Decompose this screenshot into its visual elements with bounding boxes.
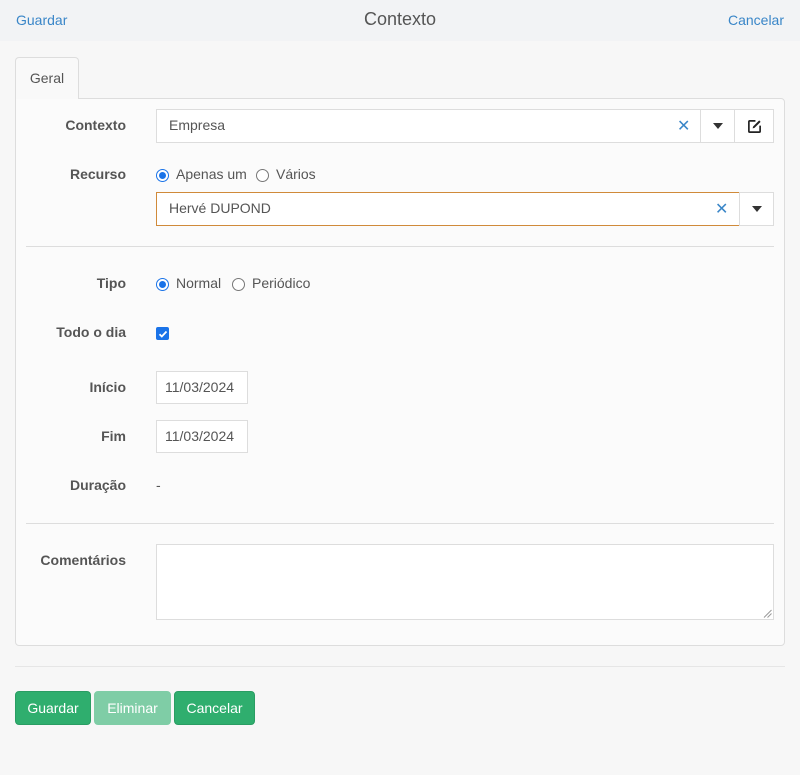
tipo-radio-periodico[interactable]: [232, 278, 245, 291]
tipo-label: Tipo: [96, 275, 126, 291]
recurso-option-apenas-um: Apenas um: [176, 166, 247, 182]
duracao-value: -: [156, 477, 161, 493]
divider: [26, 523, 774, 524]
contexto-dropdown-button[interactable]: [700, 109, 735, 143]
header-cancel-link[interactable]: Cancelar: [728, 12, 784, 28]
contexto-value: Empresa: [169, 117, 226, 133]
inicio-date-input[interactable]: 11/03/2024: [156, 371, 248, 404]
cancel-button[interactable]: Cancelar: [174, 691, 255, 725]
todo-o-dia-checkbox[interactable]: [156, 327, 169, 340]
recurso-value: Hervé DUPOND: [169, 200, 271, 216]
page-title: Contexto: [363, 9, 437, 29]
tab-geral[interactable]: Geral: [15, 57, 79, 99]
recurso-select[interactable]: Hervé DUPOND ✕: [156, 192, 740, 226]
top-bar: Guardar Contexto Cancelar: [0, 0, 800, 41]
chevron-down-icon: [751, 206, 762, 212]
edit-icon: [747, 119, 761, 133]
inicio-label: Início: [89, 379, 126, 395]
recurso-radio-varios[interactable]: [256, 169, 269, 182]
todo-o-dia-label: Todo o dia: [56, 324, 126, 340]
delete-button[interactable]: Eliminar: [94, 691, 171, 725]
recurso-clear-icon[interactable]: ✕: [715, 199, 728, 219]
tipo-radio-normal[interactable]: [156, 278, 169, 291]
fim-date-input[interactable]: 11/03/2024: [156, 420, 248, 453]
recurso-option-varios: Vários: [276, 166, 316, 182]
contexto-label: Contexto: [65, 117, 126, 133]
recurso-label: Recurso: [69, 166, 126, 182]
resize-handle-icon[interactable]: [763, 609, 772, 618]
duracao-label: Duração: [69, 477, 126, 493]
recurso-dropdown-button[interactable]: [739, 192, 774, 226]
contexto-clear-icon[interactable]: ✕: [677, 116, 690, 136]
comentarios-label: Comentários: [40, 552, 126, 568]
footer-divider: [15, 666, 785, 667]
check-icon: [158, 330, 167, 338]
chevron-down-icon: [712, 123, 723, 129]
contexto-select[interactable]: Empresa ✕: [156, 109, 701, 143]
divider: [26, 246, 774, 247]
contexto-edit-button[interactable]: [734, 109, 774, 143]
save-button[interactable]: Guardar: [15, 691, 91, 725]
tipo-option-normal: Normal: [176, 275, 222, 291]
recurso-radio-apenas-um[interactable]: [156, 169, 169, 182]
tipo-option-periodico: Periódico: [252, 275, 311, 291]
fim-label: Fim: [101, 428, 126, 444]
comentarios-textarea[interactable]: [156, 544, 774, 620]
